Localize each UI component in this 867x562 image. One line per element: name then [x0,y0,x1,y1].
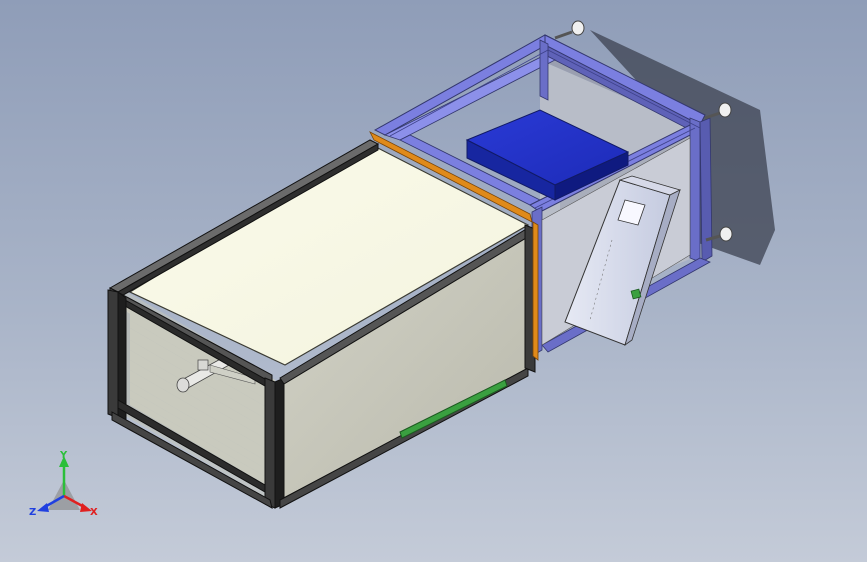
y-axis-label: Y [59,450,68,461]
status-led [630,288,642,300]
front-enclosure[interactable] [115,144,530,501]
bolt-top[interactable] [554,20,585,40]
cad-viewport[interactable]: Y X Z [0,0,867,562]
z-axis-label: Z [29,507,36,518]
cad-model[interactable]: Y X Z [0,0,867,562]
x-axis-label: X [90,507,98,518]
axis-triad: Y X Z [29,450,98,518]
